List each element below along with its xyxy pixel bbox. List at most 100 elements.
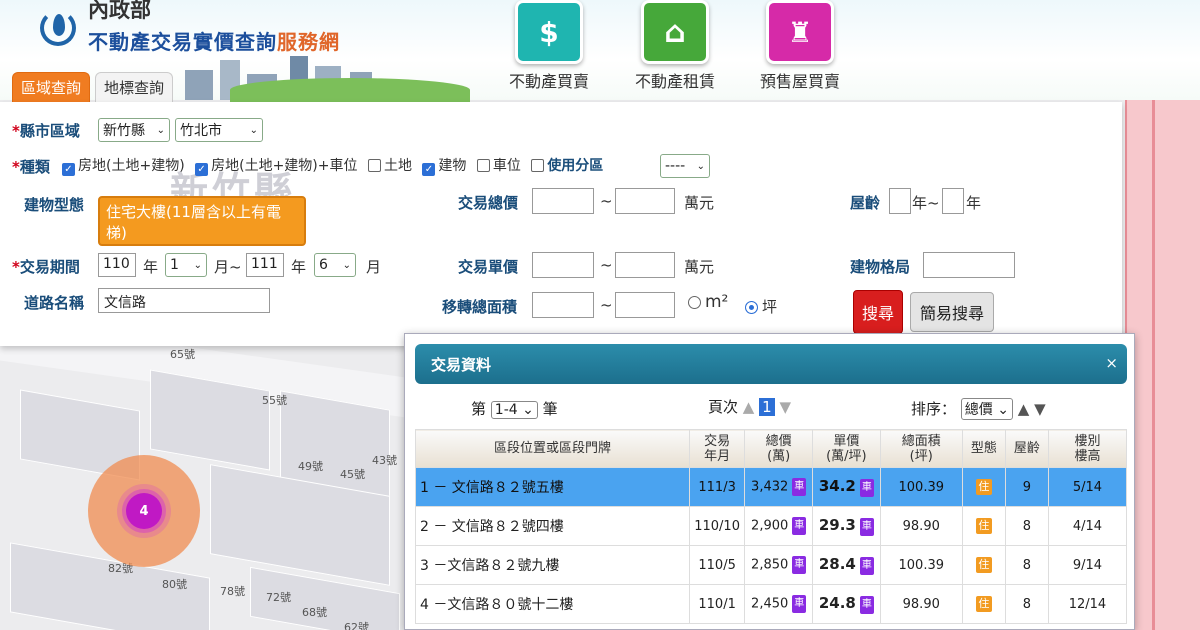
type-option[interactable]: ✓ 房地(土地+建物) xyxy=(62,158,185,176)
house-dollar-icon: $ xyxy=(515,0,583,64)
age-min[interactable] xyxy=(889,188,911,214)
residential-icon: 住 xyxy=(975,518,992,534)
nav-presale[interactable]: ♜ 預售屋買賣 xyxy=(745,0,855,92)
page-down-icon[interactable]: ▼ xyxy=(779,398,791,416)
age-label: 屋齡 xyxy=(850,194,881,212)
site-header: 內政部 不動產交易實價查詢服務網 區域查詢 地標查詢 $ 不動產買賣 ⌂ 不動產… xyxy=(0,0,1200,102)
map-label: 55號 xyxy=(262,394,287,407)
map-label: 68號 xyxy=(302,606,327,619)
sort-select[interactable]: 總價 ⌄ xyxy=(960,398,1013,420)
residential-icon: 住 xyxy=(975,479,992,495)
parking-icon[interactable]: 車 xyxy=(859,478,874,497)
page-up-icon[interactable]: ▲ xyxy=(743,398,755,416)
unit-price-min[interactable] xyxy=(532,252,594,278)
road-label: 道路名稱 xyxy=(24,294,85,312)
parking-icon[interactable]: 車 xyxy=(792,517,807,535)
map-label: 80號 xyxy=(162,578,187,591)
from-year-input[interactable]: 110 xyxy=(98,253,136,277)
simple-search-button[interactable]: 簡易搜尋 xyxy=(910,292,994,332)
to-month-select[interactable]: 6 ⌄ xyxy=(314,253,356,277)
month-separator: 月~ xyxy=(214,258,242,276)
column-header[interactable]: 單價 (萬/坪) xyxy=(812,429,881,468)
unit-ping-option[interactable]: 坪 xyxy=(745,296,777,317)
range-indicator: 第 1-4 ⌄ 筆 xyxy=(471,400,558,419)
type-option[interactable]: ✓ 房地(土地+建物)+車位 xyxy=(195,158,358,176)
road-input[interactable]: 文信路 xyxy=(98,288,270,313)
map-label: 43號 xyxy=(372,454,397,467)
map-label: 72號 xyxy=(266,591,291,604)
site-title[interactable]: 不動產交易實價查詢服務網 xyxy=(88,26,340,55)
residential-icon: 住 xyxy=(975,596,992,612)
range-separator: ~ xyxy=(600,296,613,314)
nav-rent[interactable]: ⌂ 不動產租賃 xyxy=(620,0,730,92)
table-row[interactable]: 1 － 文信路８２號五樓 111/3 3,432 車 34.2 車 100.39 住… xyxy=(415,467,1128,507)
tab-landmark-search[interactable]: 地標查詢 xyxy=(95,72,174,102)
area-min[interactable] xyxy=(532,292,594,318)
building-type-select[interactable]: 住宅大樓(11層含以上有電梯) xyxy=(98,196,306,246)
month-label: 月 xyxy=(366,258,382,276)
area-max[interactable] xyxy=(615,292,675,318)
parking-icon[interactable]: 車 xyxy=(859,595,874,614)
zoning-select[interactable]: ---- ⌄ xyxy=(660,154,710,178)
range-separator: ~ xyxy=(600,256,613,274)
map-label: 45號 xyxy=(340,468,365,481)
column-header[interactable]: 總價 (萬) xyxy=(744,429,814,468)
sort-asc-icon[interactable]: ▲ xyxy=(1018,400,1030,418)
tab-area-search[interactable]: 區域查詢 xyxy=(12,72,91,102)
type-label: *種類 xyxy=(12,158,50,176)
total-price-max[interactable] xyxy=(615,188,675,214)
county-select[interactable]: 新竹縣 ⌄ xyxy=(98,118,170,142)
map-label: 78號 xyxy=(220,585,245,598)
page-number[interactable]: 1 xyxy=(759,398,775,416)
total-price-label: 交易總價 xyxy=(458,194,519,212)
unit-m2-option[interactable]: m² xyxy=(688,292,728,312)
type-option[interactable]: ✓ 建物 xyxy=(422,158,466,176)
total-price-min[interactable] xyxy=(532,188,594,214)
crane-house-icon: ♜ xyxy=(766,0,834,64)
residential-icon: 住 xyxy=(975,557,992,573)
cluster-count[interactable]: 4 xyxy=(126,493,162,529)
parking-icon[interactable]: 車 xyxy=(859,517,874,536)
parking-icon[interactable]: 車 xyxy=(792,595,807,613)
search-button[interactable]: 搜尋 xyxy=(853,290,903,334)
house-for-rent-icon: ⌂ xyxy=(641,0,709,64)
table-row[interactable]: 2 － 文信路８２號四樓 110/10 2,900 車 29.3 車 98.90 住… xyxy=(415,506,1128,546)
nav-sale[interactable]: $ 不動產買賣 xyxy=(494,0,604,92)
column-header[interactable]: 區段位置或區段門牌 xyxy=(415,429,690,468)
column-header[interactable]: 型態 xyxy=(961,429,1006,468)
column-header[interactable]: 總面積 (坪) xyxy=(879,429,963,468)
close-icon[interactable]: × xyxy=(1105,354,1118,372)
sort-desc-icon[interactable]: ▼ xyxy=(1034,400,1046,418)
age-separator: 年~ xyxy=(912,194,940,212)
highlighted-road xyxy=(1125,100,1200,630)
layout-input[interactable] xyxy=(923,252,1015,278)
transfer-area-label: 移轉總面積 xyxy=(442,298,518,316)
from-month-select[interactable]: 1 ⌄ xyxy=(165,253,207,277)
results-table: 區段位置或區段門牌 交易 年月 總價 (萬) 單價 (萬/坪) 總面積 (坪) … xyxy=(415,429,1128,624)
table-row[interactable]: 4 －文信路８０號十二樓 110/1 2,450 車 24.8 車 98.90 住 … xyxy=(415,584,1128,624)
to-year-input[interactable]: 111 xyxy=(246,253,284,277)
layout-label: 建物格局 xyxy=(850,258,911,276)
type-option[interactable]: 車位 xyxy=(476,158,521,174)
column-header[interactable]: 屋齡 xyxy=(1004,429,1049,468)
sort-control: 排序： 總價 ⌄ ▲ ▼ xyxy=(911,398,1046,420)
year-label: 年 xyxy=(143,258,159,276)
type-option[interactable]: 土地 xyxy=(367,158,412,174)
column-header[interactable]: 樓別 樓高 xyxy=(1047,429,1128,468)
table-row[interactable]: 3 －文信路８２號九樓 110/5 2,850 車 28.4 車 100.39 住 … xyxy=(415,545,1128,585)
column-header[interactable]: 交易 年月 xyxy=(688,429,746,468)
parking-icon[interactable]: 車 xyxy=(792,556,807,574)
zoning-option[interactable]: 使用分區 xyxy=(531,158,603,174)
map-label: 49號 xyxy=(298,460,323,473)
age-max[interactable] xyxy=(942,188,964,214)
unit-price-max[interactable] xyxy=(615,252,675,278)
range-select[interactable]: 1-4 ⌄ xyxy=(490,401,538,419)
district-select[interactable]: 竹北市 ⌄ xyxy=(175,118,263,142)
county-label: *縣市區域 xyxy=(12,122,80,140)
parking-icon[interactable]: 車 xyxy=(859,556,874,575)
parking-icon[interactable]: 車 xyxy=(792,478,807,496)
year-label: 年 xyxy=(291,258,307,276)
range-separator: ~ xyxy=(600,192,613,210)
results-panel: 交易資料 × 第 1-4 ⌄ 筆 頁次 ▲ 1 ▼ 排序： 總價 ⌄ ▲ ▼ 區… xyxy=(404,333,1135,630)
unit-label: 萬元 xyxy=(684,258,715,276)
